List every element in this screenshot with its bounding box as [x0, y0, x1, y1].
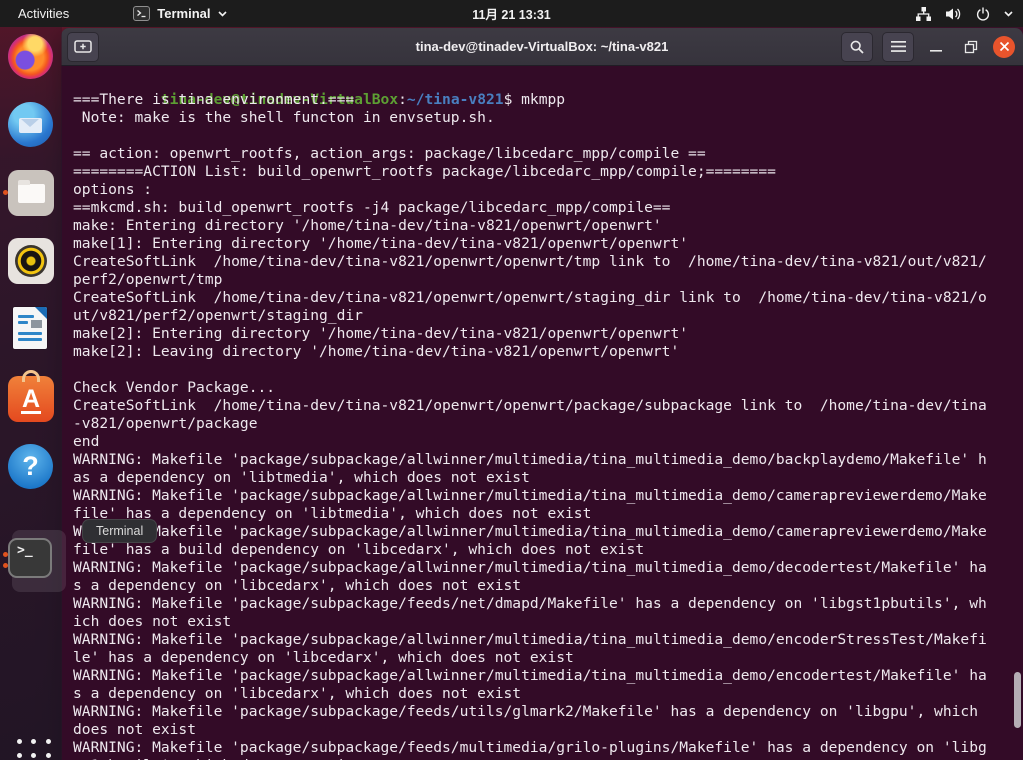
dock-item-rhythmbox[interactable]: [8, 238, 54, 284]
clock[interactable]: 11月 21 13:31: [472, 0, 551, 27]
prompt-command: mkmpp: [521, 91, 565, 108]
dock-item-files[interactable]: [8, 170, 54, 216]
terminal-line: -v821/openwrt/package: [73, 415, 1018, 433]
terminal-line: s a dependency on 'libcedarx', which doe…: [73, 685, 1018, 703]
tray-caret-icon: [1004, 11, 1013, 17]
terminal-line: CreateSoftLink /home/tina-dev/tina-v821/…: [73, 289, 1018, 307]
terminal-line: WARNING: Makefile 'package/subpackage/al…: [73, 523, 1018, 541]
activities-button[interactable]: Activities: [12, 4, 75, 23]
terminal-line: as a dependency on 'libtmedia', which do…: [73, 469, 1018, 487]
terminal-line: WARNING: Makefile 'package/subpackage/al…: [73, 451, 1018, 469]
terminal-line: make[2]: Entering directory '/home/tina-…: [73, 325, 1018, 343]
terminal-line: WARNING: Makefile 'package/subpackage/al…: [73, 631, 1018, 649]
terminal-header-bar[interactable]: tina-dev@tinadev-VirtualBox: ~/tina-v821: [61, 28, 1023, 66]
terminal-line: CreateSoftLink /home/tina-dev/tina-v821/…: [73, 397, 1018, 415]
terminal-output: tina-dev@tinadev-VirtualBox:~/tina-v821$…: [73, 73, 1018, 760]
app-menu-caret-icon: [218, 11, 227, 17]
prompt-path: ~/tina-v821: [407, 91, 504, 108]
terminal-line: does not exist: [73, 721, 1018, 739]
thunderbird-icon: [8, 102, 53, 147]
terminal-line: file' has a dependency on 'libtmedia', w…: [73, 505, 1018, 523]
terminal-line: make[1]: Entering directory '/home/tina-…: [73, 235, 1018, 253]
hamburger-icon: [891, 40, 906, 53]
terminal-line: ich does not exist: [73, 613, 1018, 631]
dock-item-ubuntu-software[interactable]: A: [8, 376, 54, 422]
libreoffice-writer-icon: [13, 307, 47, 349]
terminal-line: [73, 361, 1018, 379]
terminal-line: WARNING: Makefile 'package/subpackage/fe…: [73, 739, 1018, 757]
close-button[interactable]: [993, 36, 1015, 58]
terminal-viewport[interactable]: tina-dev@tinadev-VirtualBox:~/tina-v821$…: [61, 66, 1023, 760]
terminal-line: options :: [73, 181, 1018, 199]
prompt-colon: :: [398, 91, 407, 108]
terminal-line: end: [73, 433, 1018, 451]
terminal-line: WARNING: Makefile 'package/subpackage/al…: [73, 487, 1018, 505]
terminal-line: make[2]: Leaving directory '/home/tina-d…: [73, 343, 1018, 361]
terminal-line: Check Vendor Package...: [73, 379, 1018, 397]
terminal-line: make: Entering directory '/home/tina-dev…: [73, 217, 1018, 235]
power-icon: [975, 6, 991, 22]
volume-icon: [945, 6, 962, 22]
ubuntu-software-icon: A: [8, 376, 54, 422]
dock: A ? >_: [0, 27, 62, 760]
close-icon: [999, 41, 1010, 52]
terminal-line: WARNING: Makefile 'package/subpackage/al…: [73, 667, 1018, 685]
dock-item-firefox[interactable]: [8, 34, 54, 80]
network-icon: [915, 6, 932, 22]
search-button[interactable]: [841, 32, 873, 62]
focused-app-menu[interactable]: Terminal: [133, 6, 226, 21]
minimize-button[interactable]: [923, 34, 949, 60]
dock-item-help[interactable]: ?: [8, 444, 54, 490]
dock-item-libreoffice-writer[interactable]: [8, 307, 54, 353]
running-indicator: [3, 190, 8, 195]
desktop: Activities Terminal 11月 21 13:31: [0, 0, 1023, 760]
terminal-scrollbar[interactable]: [1014, 672, 1021, 728]
prompt-suffix: $: [504, 91, 522, 108]
terminal-line: Note: make is the shell functon in envse…: [73, 109, 1018, 127]
terminal-line: le' has a dependency on 'libcedarx', whi…: [73, 649, 1018, 667]
focused-app-label: Terminal: [157, 6, 210, 21]
terminal-line: ==mkcmd.sh: build_openwrt_rootfs -j4 pac…: [73, 199, 1018, 217]
minimize-icon: [930, 41, 942, 53]
restore-icon: [964, 40, 978, 54]
firefox-icon: [8, 34, 53, 79]
help-icon: ?: [8, 444, 53, 489]
terminal-prompt-line: tina-dev@tinadev-VirtualBox:~/tina-v821$…: [73, 73, 1018, 91]
terminal-line: ut/v821/perf2/openwrt/staging_dir: [73, 307, 1018, 325]
terminal-line: WARNING: Makefile 'package/subpackage/al…: [73, 559, 1018, 577]
terminal-line: WARNING: Makefile 'package/subpackage/fe…: [73, 703, 1018, 721]
terminal-line: s a dependency on 'libcedarx', which doe…: [73, 577, 1018, 595]
show-applications-button[interactable]: [17, 739, 53, 760]
terminal-line: CreateSoftLink /home/tina-dev/tina-v821/…: [73, 253, 1018, 271]
rhythmbox-icon: [8, 238, 54, 284]
search-icon: [849, 39, 865, 55]
terminal-line: [73, 127, 1018, 145]
terminal-line: file' has a build dependency on 'libceda…: [73, 541, 1018, 559]
terminal-app-icon: [133, 6, 150, 21]
dock-item-thunderbird[interactable]: [8, 102, 54, 148]
dock-item-terminal[interactable]: >_: [8, 538, 54, 584]
terminal-line: ========ACTION List: build_openwrt_rootf…: [73, 163, 1018, 181]
terminal-window: tina-dev@tinadev-VirtualBox: ~/tina-v821: [61, 28, 1023, 760]
terminal-line: WARNING: Makefile 'package/subpackage/fe…: [73, 595, 1018, 613]
maximize-button[interactable]: [958, 34, 984, 60]
system-tray[interactable]: [915, 0, 1013, 27]
terminal-dock-icon: >_: [8, 538, 52, 578]
top-bar: Activities Terminal 11月 21 13:31: [0, 0, 1023, 27]
files-icon: [8, 170, 54, 216]
window-title: tina-dev@tinadev-VirtualBox: ~/tina-v821: [416, 39, 669, 54]
new-tab-button[interactable]: [67, 32, 99, 62]
menu-button[interactable]: [882, 32, 914, 62]
terminal-line: == action: openwrt_rootfs, action_args: …: [73, 145, 1018, 163]
terminal-line: perf2/openwrt/tmp: [73, 271, 1018, 289]
dock-tooltip: Terminal: [82, 519, 157, 543]
new-tab-icon: [73, 39, 93, 54]
